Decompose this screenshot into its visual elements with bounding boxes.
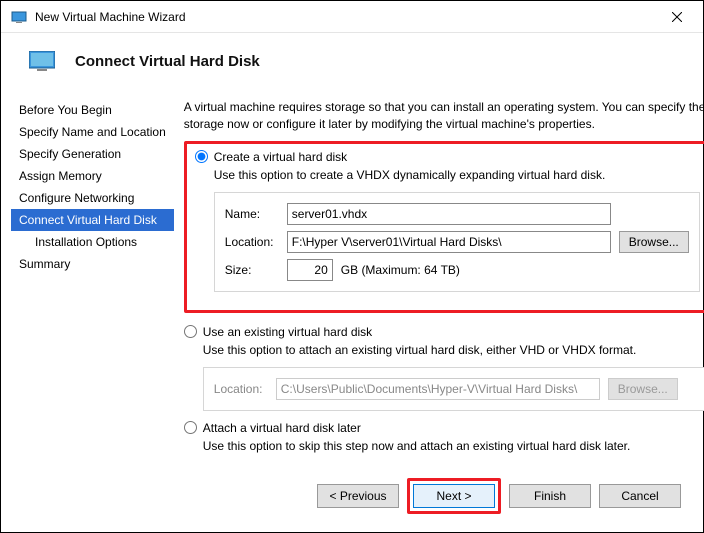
next-button[interactable]: Next >	[413, 484, 495, 508]
existing-browse-button: Browse...	[608, 378, 678, 400]
wizard-window: New Virtual Machine Wizard Connect Virtu…	[0, 0, 704, 533]
titlebar: New Virtual Machine Wizard	[1, 1, 703, 33]
disk-location-input[interactable]	[287, 231, 611, 253]
existing-location-input	[276, 378, 600, 400]
main-content: A virtual machine requires storage so th…	[174, 91, 704, 464]
radio-existing-disk-label: Use an existing virtual hard disk	[203, 325, 372, 339]
browse-button[interactable]: Browse...	[619, 231, 689, 253]
vm-icon	[29, 51, 55, 71]
finish-button[interactable]: Finish	[509, 484, 591, 508]
step-configure-networking[interactable]: Configure Networking	[11, 187, 174, 209]
step-installation-options[interactable]: Installation Options	[11, 231, 174, 253]
location-label: Location:	[225, 235, 279, 249]
radio-attach-later[interactable]	[184, 421, 197, 434]
size-hint: GB (Maximum: 64 TB)	[341, 263, 460, 277]
option-existing-disk: Use an existing virtual hard disk Use th…	[184, 325, 704, 411]
wizard-steps-sidebar: Before You Begin Specify Name and Locati…	[11, 91, 174, 464]
step-specify-generation[interactable]: Specify Generation	[11, 143, 174, 165]
option-attach-later: Attach a virtual hard disk later Use thi…	[184, 421, 704, 454]
window-title: New Virtual Machine Wizard	[35, 10, 661, 24]
radio-attach-later-label: Attach a virtual hard disk later	[203, 421, 361, 435]
radio-create-disk-label: Create a virtual hard disk	[214, 150, 347, 164]
attach-later-desc: Use this option to skip this step now an…	[203, 438, 704, 454]
step-summary[interactable]: Summary	[11, 253, 174, 275]
step-specify-name[interactable]: Specify Name and Location	[11, 121, 174, 143]
existing-disk-desc: Use this option to attach an existing vi…	[203, 342, 704, 358]
create-disk-highlight: Create a virtual hard disk Use this opti…	[184, 141, 704, 313]
step-before-you-begin[interactable]: Before You Begin	[11, 99, 174, 121]
close-button[interactable]	[661, 3, 693, 31]
radio-existing-disk[interactable]	[184, 325, 197, 338]
intro-text: A virtual machine requires storage so th…	[184, 99, 704, 133]
disk-name-input[interactable]	[287, 203, 611, 225]
page-title: Connect Virtual Hard Disk	[75, 53, 260, 70]
wizard-header: Connect Virtual Hard Disk	[1, 33, 703, 91]
radio-create-disk[interactable]	[195, 150, 208, 163]
create-disk-desc: Use this option to create a VHDX dynamic…	[214, 167, 700, 183]
option-create-disk: Create a virtual hard disk Use this opti…	[195, 150, 700, 292]
create-disk-fields: Name: Location: Browse... Size: GB (Maxi…	[214, 192, 700, 292]
name-label: Name:	[225, 207, 279, 221]
next-highlight: Next >	[407, 478, 501, 514]
existing-location-label: Location:	[214, 382, 268, 396]
cancel-button[interactable]: Cancel	[599, 484, 681, 508]
disk-size-input[interactable]	[287, 259, 333, 281]
size-label: Size:	[225, 263, 279, 277]
app-icon	[11, 9, 27, 25]
button-bar: < Previous Next > Finish Cancel	[317, 478, 681, 514]
step-assign-memory[interactable]: Assign Memory	[11, 165, 174, 187]
step-connect-vhd[interactable]: Connect Virtual Hard Disk	[11, 209, 174, 231]
existing-disk-fields: Location: Browse...	[203, 367, 704, 411]
previous-button[interactable]: < Previous	[317, 484, 399, 508]
